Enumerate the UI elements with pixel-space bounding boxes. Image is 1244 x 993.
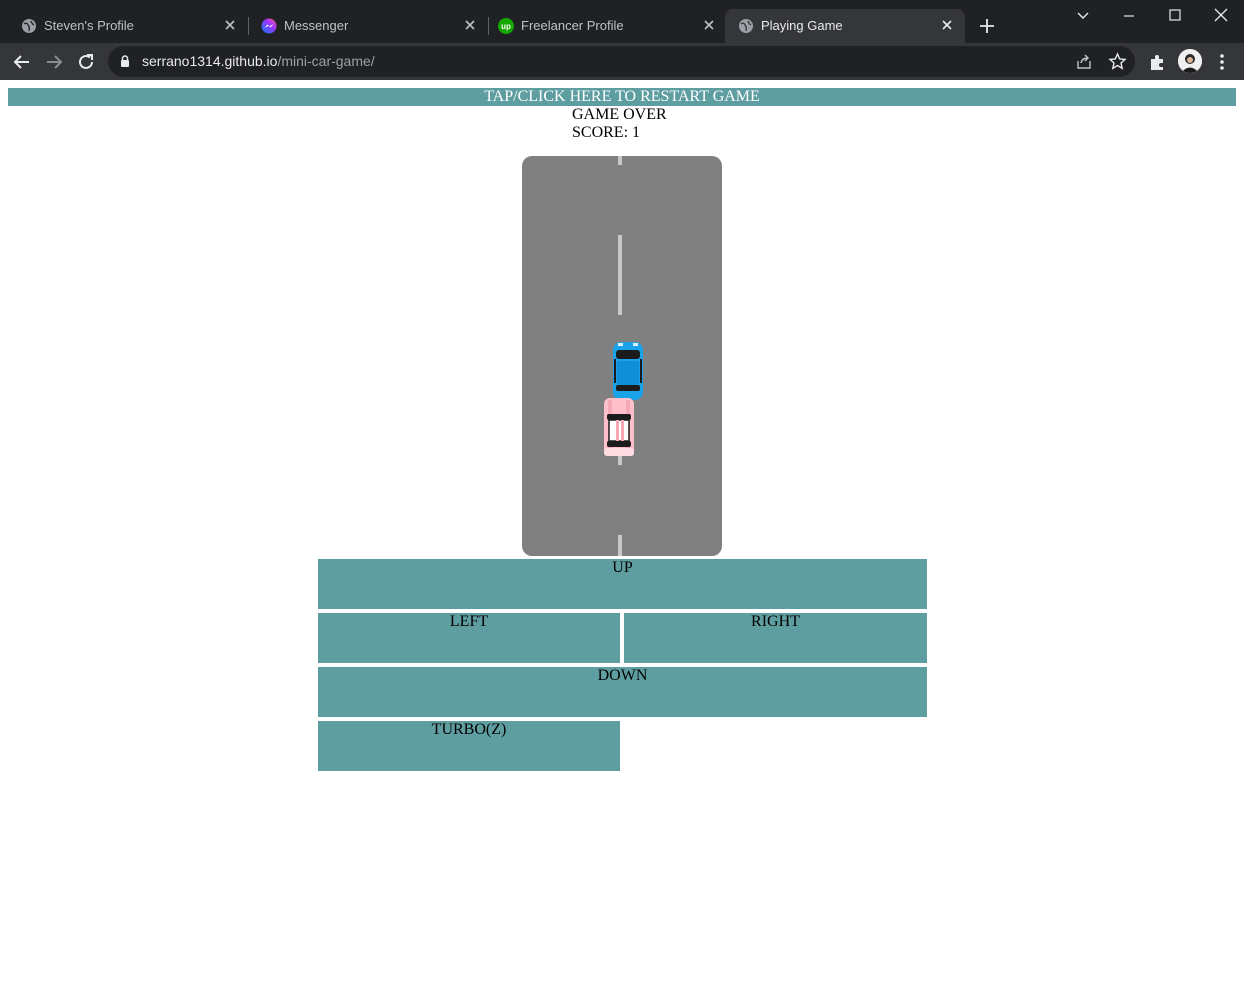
upwork-icon: up: [498, 18, 514, 34]
enemy-car: [604, 398, 634, 456]
globe-icon: [22, 19, 36, 33]
back-icon[interactable]: [11, 51, 33, 73]
tab-title: Freelancer Profile: [521, 18, 624, 33]
profile-avatar[interactable]: [1178, 49, 1202, 73]
restart-game-button[interactable]: TAP/CLICK HERE TO RESTART GAME: [8, 88, 1236, 106]
tab-freelancer-profile[interactable]: up Freelancer Profile: [485, 9, 727, 43]
turbo-button[interactable]: TURBO(Z): [318, 721, 620, 771]
maximize-icon[interactable]: [1163, 6, 1187, 26]
tab-strip: Steven's Profile Messenger up Freelancer…: [0, 0, 1244, 43]
down-button-label: DOWN: [597, 667, 648, 684]
globe-icon: [739, 19, 753, 33]
lane-marking: [618, 535, 622, 556]
game-over-text: GAME OVER: [572, 106, 667, 123]
svg-text:up: up: [501, 22, 511, 31]
minimize-icon[interactable]: [1117, 6, 1141, 26]
close-icon[interactable]: [460, 15, 480, 35]
share-icon[interactable]: [1075, 53, 1093, 71]
tab-messenger[interactable]: Messenger: [248, 9, 488, 43]
new-tab-icon[interactable]: [976, 15, 998, 37]
address-bar[interactable]: serrano1314.github.io/mini-car-game/: [108, 46, 1135, 77]
right-button[interactable]: RIGHT: [624, 613, 927, 663]
url-text: serrano1314.github.io/mini-car-game/: [142, 53, 375, 69]
tab-title: Steven's Profile: [44, 18, 134, 33]
up-button-label: UP: [612, 559, 633, 576]
tab-search-icon[interactable]: [1071, 6, 1095, 26]
left-button-label: LEFT: [449, 613, 489, 630]
down-button[interactable]: DOWN: [318, 667, 927, 717]
close-icon[interactable]: [699, 15, 719, 35]
turbo-button-label: TURBO(Z): [431, 721, 507, 738]
right-button-label: RIGHT: [751, 613, 800, 630]
score-text: SCORE: 1: [572, 124, 641, 141]
bookmark-star-icon[interactable]: [1108, 52, 1127, 71]
tab-stevens-profile[interactable]: Steven's Profile: [8, 9, 248, 43]
tab-title: Playing Game: [761, 18, 843, 33]
road-canvas: [604, 156, 643, 556]
window-close-icon[interactable]: [1209, 6, 1233, 26]
game-road: [522, 156, 722, 556]
url-host: serrano1314.github.io: [142, 53, 278, 69]
avatar-image: [1178, 49, 1202, 73]
left-button[interactable]: LEFT: [318, 613, 620, 663]
more-menu-icon[interactable]: [1214, 52, 1230, 72]
lane-marking: [618, 156, 622, 165]
browser-toolbar: serrano1314.github.io/mini-car-game/: [0, 43, 1244, 80]
messenger-icon: [261, 18, 277, 34]
forward-icon[interactable]: [43, 51, 65, 73]
up-button[interactable]: UP: [318, 559, 927, 609]
lock-icon[interactable]: [118, 54, 132, 69]
url-path: /mini-car-game/: [277, 53, 375, 69]
close-icon[interactable]: [937, 15, 957, 35]
tab-title: Messenger: [284, 18, 349, 33]
extensions-puzzle-icon[interactable]: [1148, 52, 1168, 72]
reload-icon[interactable]: [75, 51, 97, 73]
lane-marking: [618, 235, 622, 315]
player-car: [613, 342, 643, 400]
tab-playing-game[interactable]: Playing Game: [725, 9, 965, 43]
close-icon[interactable]: [220, 15, 240, 35]
